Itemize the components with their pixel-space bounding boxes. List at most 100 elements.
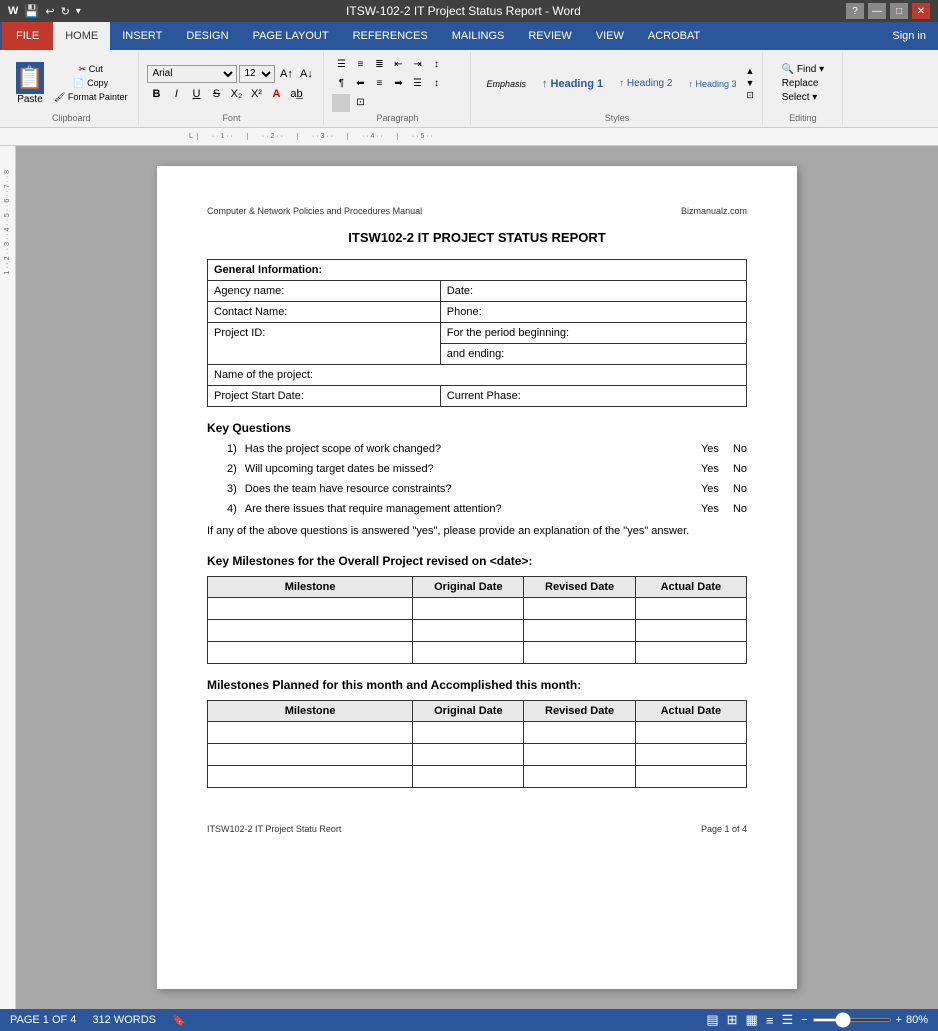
contact-name-label: Contact Name: xyxy=(208,302,441,323)
table-row: Name of the project: xyxy=(208,365,747,386)
font-name-select[interactable]: Arial xyxy=(147,65,237,83)
increase-font-button[interactable]: A↑ xyxy=(277,65,295,83)
justify-button[interactable]: ☰ xyxy=(408,75,426,93)
view-outline-button[interactable]: ≡ xyxy=(766,1013,774,1028)
sign-in-button[interactable]: Sign in xyxy=(880,22,938,50)
tab-review[interactable]: REVIEW xyxy=(516,22,583,50)
yes-label-3: Yes xyxy=(701,483,719,495)
clipboard-label: Clipboard xyxy=(52,113,91,123)
tab-page-layout[interactable]: PAGE LAYOUT xyxy=(241,22,341,50)
borders-button[interactable]: ⊡ xyxy=(351,94,369,112)
tab-insert[interactable]: INSERT xyxy=(110,22,174,50)
no-label-3: No xyxy=(733,483,747,495)
minimize-button[interactable]: — xyxy=(868,3,886,19)
view-draft-button[interactable]: ☰ xyxy=(781,1012,793,1028)
style-heading2[interactable]: ↑ Heading 2 xyxy=(612,75,679,92)
close-button[interactable]: ✕ xyxy=(912,3,930,19)
quick-access-save[interactable]: 💾 xyxy=(24,4,39,18)
find-button[interactable]: 🔍 Find ▾ xyxy=(778,63,828,76)
numbering-button[interactable]: ≡ xyxy=(351,56,369,74)
quick-access-undo[interactable]: ↩ xyxy=(45,5,54,18)
tab-design[interactable]: DESIGN xyxy=(174,22,240,50)
bold-button[interactable]: B xyxy=(147,85,165,103)
milestone-cell xyxy=(208,597,413,619)
revised-date-cell xyxy=(524,619,635,641)
ruler: L · · 1 · · · · 2 · · · · 3 · · · · 4 · … xyxy=(0,128,938,146)
table-header-row: General Information: xyxy=(208,260,747,281)
styles-scroll-up[interactable]: ▲ xyxy=(746,66,755,76)
strikethrough-button[interactable]: S xyxy=(207,85,225,103)
format-painter-button[interactable]: 🖌 Format Painter xyxy=(51,91,130,104)
sort-button[interactable]: ↕ xyxy=(427,56,445,74)
show-marks-button[interactable]: ¶ xyxy=(332,75,350,93)
tab-references[interactable]: REFERENCES xyxy=(341,22,440,50)
align-center-button[interactable]: ≡ xyxy=(370,75,388,93)
revised-date-cell xyxy=(524,641,635,663)
increase-indent-button[interactable]: ⇥ xyxy=(408,56,426,74)
yes-no-2: Yes No xyxy=(701,463,747,475)
style-emphasis[interactable]: Emphasis xyxy=(479,76,533,92)
doc-area[interactable]: Computer & Network Policies and Procedur… xyxy=(16,146,938,1009)
replace-button[interactable]: Replace xyxy=(778,77,828,90)
view-normal-button[interactable]: ▤ xyxy=(706,1012,718,1028)
styles-expand[interactable]: ⊡ xyxy=(746,90,755,101)
tab-file[interactable]: FILE xyxy=(2,22,53,50)
question-text-3: Does the team have resource constraints? xyxy=(245,483,691,495)
zoom-out-button[interactable]: − xyxy=(801,1014,807,1026)
paste-button[interactable]: 📋 Paste xyxy=(12,60,48,107)
superscript-button[interactable]: X² xyxy=(247,85,265,103)
editing-group-content: 🔍 Find ▾ Replace Select ▾ xyxy=(778,54,828,113)
maximize-button[interactable]: □ xyxy=(890,3,908,19)
question-num-3: 3) xyxy=(227,483,237,495)
help-button[interactable]: ? xyxy=(846,3,864,19)
cut-button[interactable]: ✂ Cut xyxy=(51,63,130,76)
original-date-cell xyxy=(413,641,524,663)
editing-label: Editing xyxy=(789,113,817,123)
language-indicator: 🔖 xyxy=(172,1014,186,1027)
and-ending-label: and ending: xyxy=(440,344,746,365)
highlight-button[interactable]: ab̲ xyxy=(287,85,305,103)
phone-label: Phone: xyxy=(440,302,746,323)
word-icon: W xyxy=(8,5,18,17)
view-web-button[interactable]: ⊞ xyxy=(727,1012,738,1028)
general-info-header: General Information: xyxy=(208,260,747,281)
original-date-col-header: Original Date xyxy=(413,576,524,597)
view-print-button[interactable]: ▦ xyxy=(746,1012,758,1028)
tab-acrobat[interactable]: ACROBAT xyxy=(636,22,712,50)
font-color-button[interactable]: A xyxy=(267,85,285,103)
tab-mailings[interactable]: MAILINGS xyxy=(440,22,517,50)
quick-access-redo[interactable]: ↻ xyxy=(61,5,70,18)
subscript-button[interactable]: X₂ xyxy=(227,85,245,103)
font-size-select[interactable]: 12 xyxy=(239,65,275,83)
align-left-button[interactable]: ⬅ xyxy=(351,75,369,93)
italic-button[interactable]: I xyxy=(167,85,185,103)
decrease-font-button[interactable]: A↓ xyxy=(297,65,315,83)
align-right-button[interactable]: ➡ xyxy=(389,75,407,93)
bullets-button[interactable]: ☰ xyxy=(332,56,350,74)
doc-footer-left: ITSW102-2 IT Project Statu Reort xyxy=(207,824,341,834)
question-row-2: 2) Will upcoming target dates be missed?… xyxy=(207,463,747,475)
revised-date-cell xyxy=(524,765,635,787)
table-row: Contact Name: Phone: xyxy=(208,302,747,323)
tab-home[interactable]: HOME xyxy=(53,22,110,50)
left-ruler-marks: 1 · · 2 · · 3 · · 4 · · 5 · · 6 · · 7 · … xyxy=(4,170,11,275)
copy-button[interactable]: 📄 Copy xyxy=(51,77,130,90)
multilevel-button[interactable]: ≣ xyxy=(370,56,388,74)
actual-date-cell xyxy=(635,619,746,641)
style-heading3[interactable]: ↑ Heading 3 xyxy=(681,76,743,92)
style-heading1[interactable]: ↑ Heading 1 xyxy=(535,75,610,93)
milestone-cell xyxy=(208,721,413,743)
select-button[interactable]: Select ▾ xyxy=(778,91,828,104)
question-row-4: 4) Are there issues that require managem… xyxy=(207,503,747,515)
milestone-cell xyxy=(208,765,413,787)
tab-view[interactable]: VIEW xyxy=(584,22,636,50)
milestones1-table: Milestone Original Date Revised Date Act… xyxy=(207,576,747,664)
zoom-slider[interactable] xyxy=(812,1018,892,1022)
yes-no-4: Yes No xyxy=(701,503,747,515)
decrease-indent-button[interactable]: ⇤ xyxy=(389,56,407,74)
shading-button[interactable] xyxy=(332,94,350,112)
line-spacing-button[interactable]: ↕ xyxy=(427,75,445,93)
styles-scroll-down[interactable]: ▼ xyxy=(746,78,755,88)
zoom-in-button[interactable]: + xyxy=(896,1014,902,1026)
underline-button[interactable]: U xyxy=(187,85,205,103)
